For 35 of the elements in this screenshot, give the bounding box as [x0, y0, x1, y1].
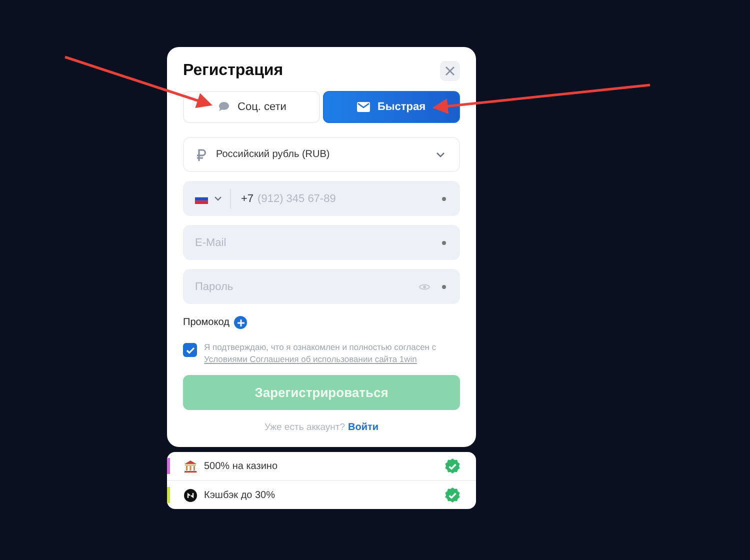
mail-icon [357, 102, 370, 112]
currency-select[interactable]: Российский рубль (RUB) [183, 137, 460, 172]
terms-link[interactable]: Условиями Соглашения об использовании сайта 1win [204, 354, 417, 364]
required-dot-icon [442, 284, 446, 288]
plus-icon [236, 318, 245, 326]
tab[interactable]: Соц. сети [183, 91, 320, 123]
password-field[interactable]: Пароль [183, 269, 460, 304]
dialog-title: Регистрация [183, 62, 284, 80]
add-promo-button[interactable] [234, 316, 248, 329]
email-field[interactable]: E-Mail [183, 225, 460, 260]
phone-code: +7 [241, 192, 254, 204]
chat-icon [216, 101, 231, 113]
bonus-text: 500% на казино [204, 460, 279, 472]
agreement-text: Я подтверждаю, что я ознакомлен и полностью согласен с Условиями Соглашения об использовании сайта 1win [204, 341, 438, 365]
bank-icon [184, 460, 197, 472]
agreement-checkbox[interactable] [183, 343, 197, 357]
required-dot-icon [442, 196, 446, 200]
flag-icon [195, 194, 208, 204]
email-input[interactable]: E-Mail [195, 236, 442, 248]
phone-field[interactable]: (912) 345 67-89 [258, 192, 442, 204]
chevron-down-icon [214, 196, 222, 201]
close-button[interactable] [440, 61, 460, 81]
currency-value: Российский рубль (RUB) [216, 149, 331, 160]
checkmark-icon [186, 346, 194, 354]
login-prompt: Уже есть аккаунт? [264, 422, 346, 433]
tab[interactable]: Быстрая [323, 91, 460, 123]
login-link[interactable]: Войти [348, 422, 379, 433]
password-input[interactable]: Пароль [195, 280, 419, 292]
promo-label: Промокод [183, 317, 230, 328]
required-dot-icon [442, 240, 446, 244]
cashback-icon [184, 488, 197, 502]
bonus-text: Кэшбэк до 30% [204, 490, 276, 500]
chevron-down-icon [436, 152, 445, 158]
close-icon [445, 66, 455, 76]
ruble-icon [196, 148, 206, 160]
